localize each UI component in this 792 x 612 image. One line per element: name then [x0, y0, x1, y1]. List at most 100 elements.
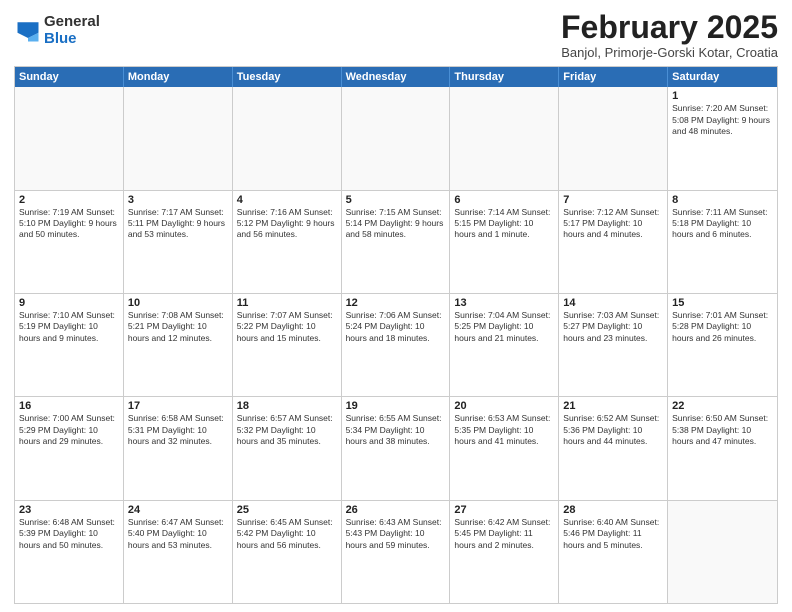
day-cell-13: 13Sunrise: 7:04 AM Sunset: 5:25 PM Dayli…	[450, 294, 559, 396]
day-info: Sunrise: 7:12 AM Sunset: 5:17 PM Dayligh…	[563, 207, 663, 241]
day-info: Sunrise: 6:45 AM Sunset: 5:42 PM Dayligh…	[237, 517, 337, 551]
day-cell-28: 28Sunrise: 6:40 AM Sunset: 5:46 PM Dayli…	[559, 501, 668, 603]
day-number: 26	[346, 504, 446, 516]
day-number: 9	[19, 297, 119, 309]
day-info: Sunrise: 7:20 AM Sunset: 5:08 PM Dayligh…	[672, 103, 773, 137]
day-info: Sunrise: 7:04 AM Sunset: 5:25 PM Dayligh…	[454, 310, 554, 344]
day-cell-7: 7Sunrise: 7:12 AM Sunset: 5:17 PM Daylig…	[559, 191, 668, 293]
day-cell-3: 3Sunrise: 7:17 AM Sunset: 5:11 PM Daylig…	[124, 191, 233, 293]
day-cell-19: 19Sunrise: 6:55 AM Sunset: 5:34 PM Dayli…	[342, 397, 451, 499]
day-cell-9: 9Sunrise: 7:10 AM Sunset: 5:19 PM Daylig…	[15, 294, 124, 396]
day-number: 3	[128, 194, 228, 206]
day-number: 4	[237, 194, 337, 206]
calendar-week-2: 9Sunrise: 7:10 AM Sunset: 5:19 PM Daylig…	[15, 294, 777, 397]
day-cell-18: 18Sunrise: 6:57 AM Sunset: 5:32 PM Dayli…	[233, 397, 342, 499]
day-info: Sunrise: 6:57 AM Sunset: 5:32 PM Dayligh…	[237, 413, 337, 447]
day-number: 28	[563, 504, 663, 516]
day-info: Sunrise: 6:53 AM Sunset: 5:35 PM Dayligh…	[454, 413, 554, 447]
day-number: 12	[346, 297, 446, 309]
calendar-body: 1Sunrise: 7:20 AM Sunset: 5:08 PM Daylig…	[15, 87, 777, 603]
day-info: Sunrise: 6:48 AM Sunset: 5:39 PM Dayligh…	[19, 517, 119, 551]
day-number: 15	[672, 297, 773, 309]
day-cell-empty-0-3	[342, 87, 451, 189]
day-cell-27: 27Sunrise: 6:42 AM Sunset: 5:45 PM Dayli…	[450, 501, 559, 603]
day-cell-17: 17Sunrise: 6:58 AM Sunset: 5:31 PM Dayli…	[124, 397, 233, 499]
day-cell-empty-4-6	[668, 501, 777, 603]
calendar-week-3: 16Sunrise: 7:00 AM Sunset: 5:29 PM Dayli…	[15, 397, 777, 500]
day-number: 22	[672, 400, 773, 412]
day-info: Sunrise: 7:03 AM Sunset: 5:27 PM Dayligh…	[563, 310, 663, 344]
day-cell-26: 26Sunrise: 6:43 AM Sunset: 5:43 PM Dayli…	[342, 501, 451, 603]
day-cell-21: 21Sunrise: 6:52 AM Sunset: 5:36 PM Dayli…	[559, 397, 668, 499]
logo: General Blue	[14, 14, 100, 47]
header: General Blue February 2025 Banjol, Primo…	[14, 10, 778, 60]
day-cell-8: 8Sunrise: 7:11 AM Sunset: 5:18 PM Daylig…	[668, 191, 777, 293]
day-info: Sunrise: 6:42 AM Sunset: 5:45 PM Dayligh…	[454, 517, 554, 551]
day-info: Sunrise: 6:40 AM Sunset: 5:46 PM Dayligh…	[563, 517, 663, 551]
logo-text: General Blue	[44, 14, 100, 47]
day-cell-empty-0-0	[15, 87, 124, 189]
day-cell-25: 25Sunrise: 6:45 AM Sunset: 5:42 PM Dayli…	[233, 501, 342, 603]
day-cell-10: 10Sunrise: 7:08 AM Sunset: 5:21 PM Dayli…	[124, 294, 233, 396]
day-number: 27	[454, 504, 554, 516]
month-title: February 2025	[561, 10, 778, 45]
day-number: 16	[19, 400, 119, 412]
header-day-wednesday: Wednesday	[342, 67, 451, 87]
day-cell-23: 23Sunrise: 6:48 AM Sunset: 5:39 PM Dayli…	[15, 501, 124, 603]
day-cell-11: 11Sunrise: 7:07 AM Sunset: 5:22 PM Dayli…	[233, 294, 342, 396]
day-info: Sunrise: 6:50 AM Sunset: 5:38 PM Dayligh…	[672, 413, 773, 447]
day-cell-15: 15Sunrise: 7:01 AM Sunset: 5:28 PM Dayli…	[668, 294, 777, 396]
day-number: 1	[672, 90, 773, 102]
day-info: Sunrise: 6:55 AM Sunset: 5:34 PM Dayligh…	[346, 413, 446, 447]
day-cell-20: 20Sunrise: 6:53 AM Sunset: 5:35 PM Dayli…	[450, 397, 559, 499]
calendar: SundayMondayTuesdayWednesdayThursdayFrid…	[14, 66, 778, 604]
header-day-friday: Friday	[559, 67, 668, 87]
day-number: 2	[19, 194, 119, 206]
logo-blue-text: Blue	[44, 31, 100, 48]
day-info: Sunrise: 7:14 AM Sunset: 5:15 PM Dayligh…	[454, 207, 554, 241]
day-cell-16: 16Sunrise: 7:00 AM Sunset: 5:29 PM Dayli…	[15, 397, 124, 499]
day-cell-1: 1Sunrise: 7:20 AM Sunset: 5:08 PM Daylig…	[668, 87, 777, 189]
day-cell-14: 14Sunrise: 7:03 AM Sunset: 5:27 PM Dayli…	[559, 294, 668, 396]
day-number: 14	[563, 297, 663, 309]
day-info: Sunrise: 6:43 AM Sunset: 5:43 PM Dayligh…	[346, 517, 446, 551]
calendar-week-1: 2Sunrise: 7:19 AM Sunset: 5:10 PM Daylig…	[15, 191, 777, 294]
calendar-week-0: 1Sunrise: 7:20 AM Sunset: 5:08 PM Daylig…	[15, 87, 777, 190]
header-day-saturday: Saturday	[668, 67, 777, 87]
day-info: Sunrise: 7:06 AM Sunset: 5:24 PM Dayligh…	[346, 310, 446, 344]
day-number: 17	[128, 400, 228, 412]
day-info: Sunrise: 7:07 AM Sunset: 5:22 PM Dayligh…	[237, 310, 337, 344]
day-cell-4: 4Sunrise: 7:16 AM Sunset: 5:12 PM Daylig…	[233, 191, 342, 293]
day-info: Sunrise: 6:58 AM Sunset: 5:31 PM Dayligh…	[128, 413, 228, 447]
day-info: Sunrise: 7:17 AM Sunset: 5:11 PM Dayligh…	[128, 207, 228, 241]
day-info: Sunrise: 7:11 AM Sunset: 5:18 PM Dayligh…	[672, 207, 773, 241]
page: General Blue February 2025 Banjol, Primo…	[0, 0, 792, 612]
day-cell-12: 12Sunrise: 7:06 AM Sunset: 5:24 PM Dayli…	[342, 294, 451, 396]
header-day-monday: Monday	[124, 67, 233, 87]
day-info: Sunrise: 7:16 AM Sunset: 5:12 PM Dayligh…	[237, 207, 337, 241]
title-block: February 2025 Banjol, Primorje-Gorski Ko…	[561, 10, 778, 60]
day-cell-2: 2Sunrise: 7:19 AM Sunset: 5:10 PM Daylig…	[15, 191, 124, 293]
day-cell-22: 22Sunrise: 6:50 AM Sunset: 5:38 PM Dayli…	[668, 397, 777, 499]
day-number: 5	[346, 194, 446, 206]
day-info: Sunrise: 7:15 AM Sunset: 5:14 PM Dayligh…	[346, 207, 446, 241]
day-info: Sunrise: 7:01 AM Sunset: 5:28 PM Dayligh…	[672, 310, 773, 344]
day-info: Sunrise: 7:10 AM Sunset: 5:19 PM Dayligh…	[19, 310, 119, 344]
day-number: 21	[563, 400, 663, 412]
header-day-sunday: Sunday	[15, 67, 124, 87]
calendar-week-4: 23Sunrise: 6:48 AM Sunset: 5:39 PM Dayli…	[15, 501, 777, 603]
day-cell-empty-0-4	[450, 87, 559, 189]
day-number: 23	[19, 504, 119, 516]
header-day-tuesday: Tuesday	[233, 67, 342, 87]
day-cell-5: 5Sunrise: 7:15 AM Sunset: 5:14 PM Daylig…	[342, 191, 451, 293]
day-number: 25	[237, 504, 337, 516]
day-info: Sunrise: 6:52 AM Sunset: 5:36 PM Dayligh…	[563, 413, 663, 447]
day-info: Sunrise: 7:19 AM Sunset: 5:10 PM Dayligh…	[19, 207, 119, 241]
day-cell-6: 6Sunrise: 7:14 AM Sunset: 5:15 PM Daylig…	[450, 191, 559, 293]
day-number: 11	[237, 297, 337, 309]
day-number: 18	[237, 400, 337, 412]
day-cell-empty-0-2	[233, 87, 342, 189]
calendar-header: SundayMondayTuesdayWednesdayThursdayFrid…	[15, 67, 777, 87]
day-number: 19	[346, 400, 446, 412]
day-number: 6	[454, 194, 554, 206]
